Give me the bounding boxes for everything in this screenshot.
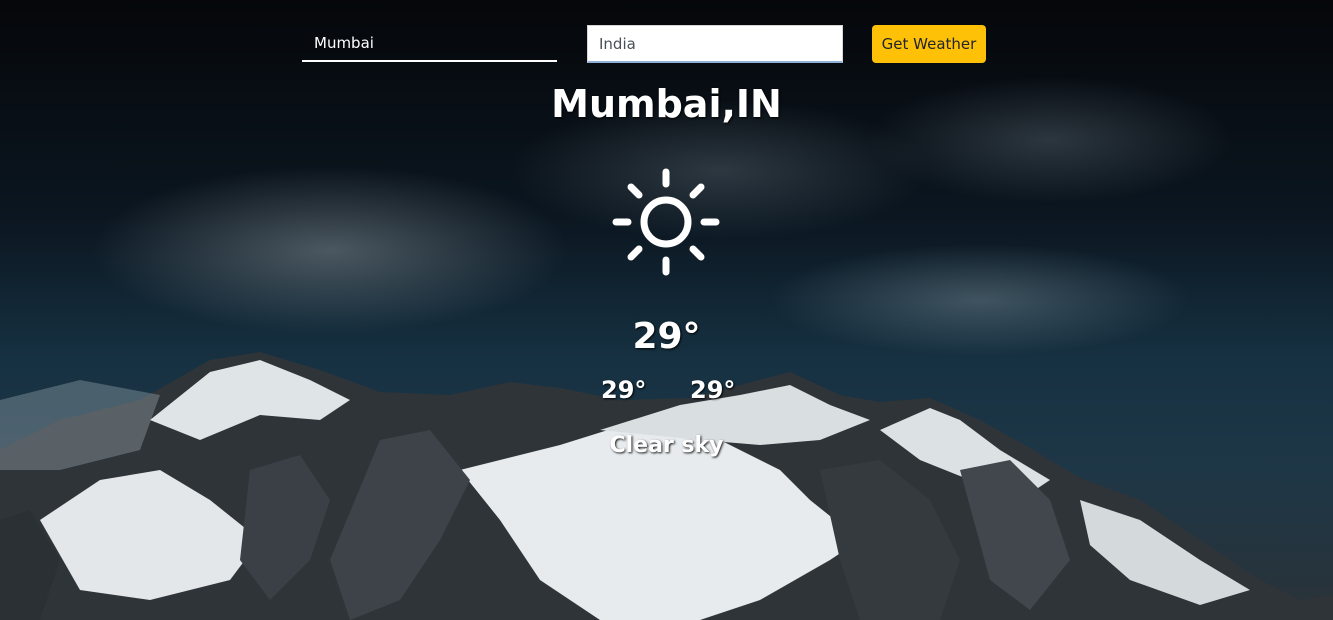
weather-app: Get Weather Mumbai,IN 29° 29° 29° Clear …	[0, 0, 1333, 620]
current-temperature: 29°	[632, 316, 701, 357]
city-input[interactable]	[302, 26, 557, 62]
get-weather-button[interactable]: Get Weather	[872, 25, 986, 63]
location-title: Mumbai,IN	[551, 82, 782, 126]
max-temperature: 29°	[690, 376, 736, 404]
sun-icon	[610, 166, 722, 278]
weather-description: Clear sky	[609, 433, 724, 458]
country-input[interactable]	[587, 25, 843, 63]
min-temperature: 29°	[601, 376, 647, 404]
